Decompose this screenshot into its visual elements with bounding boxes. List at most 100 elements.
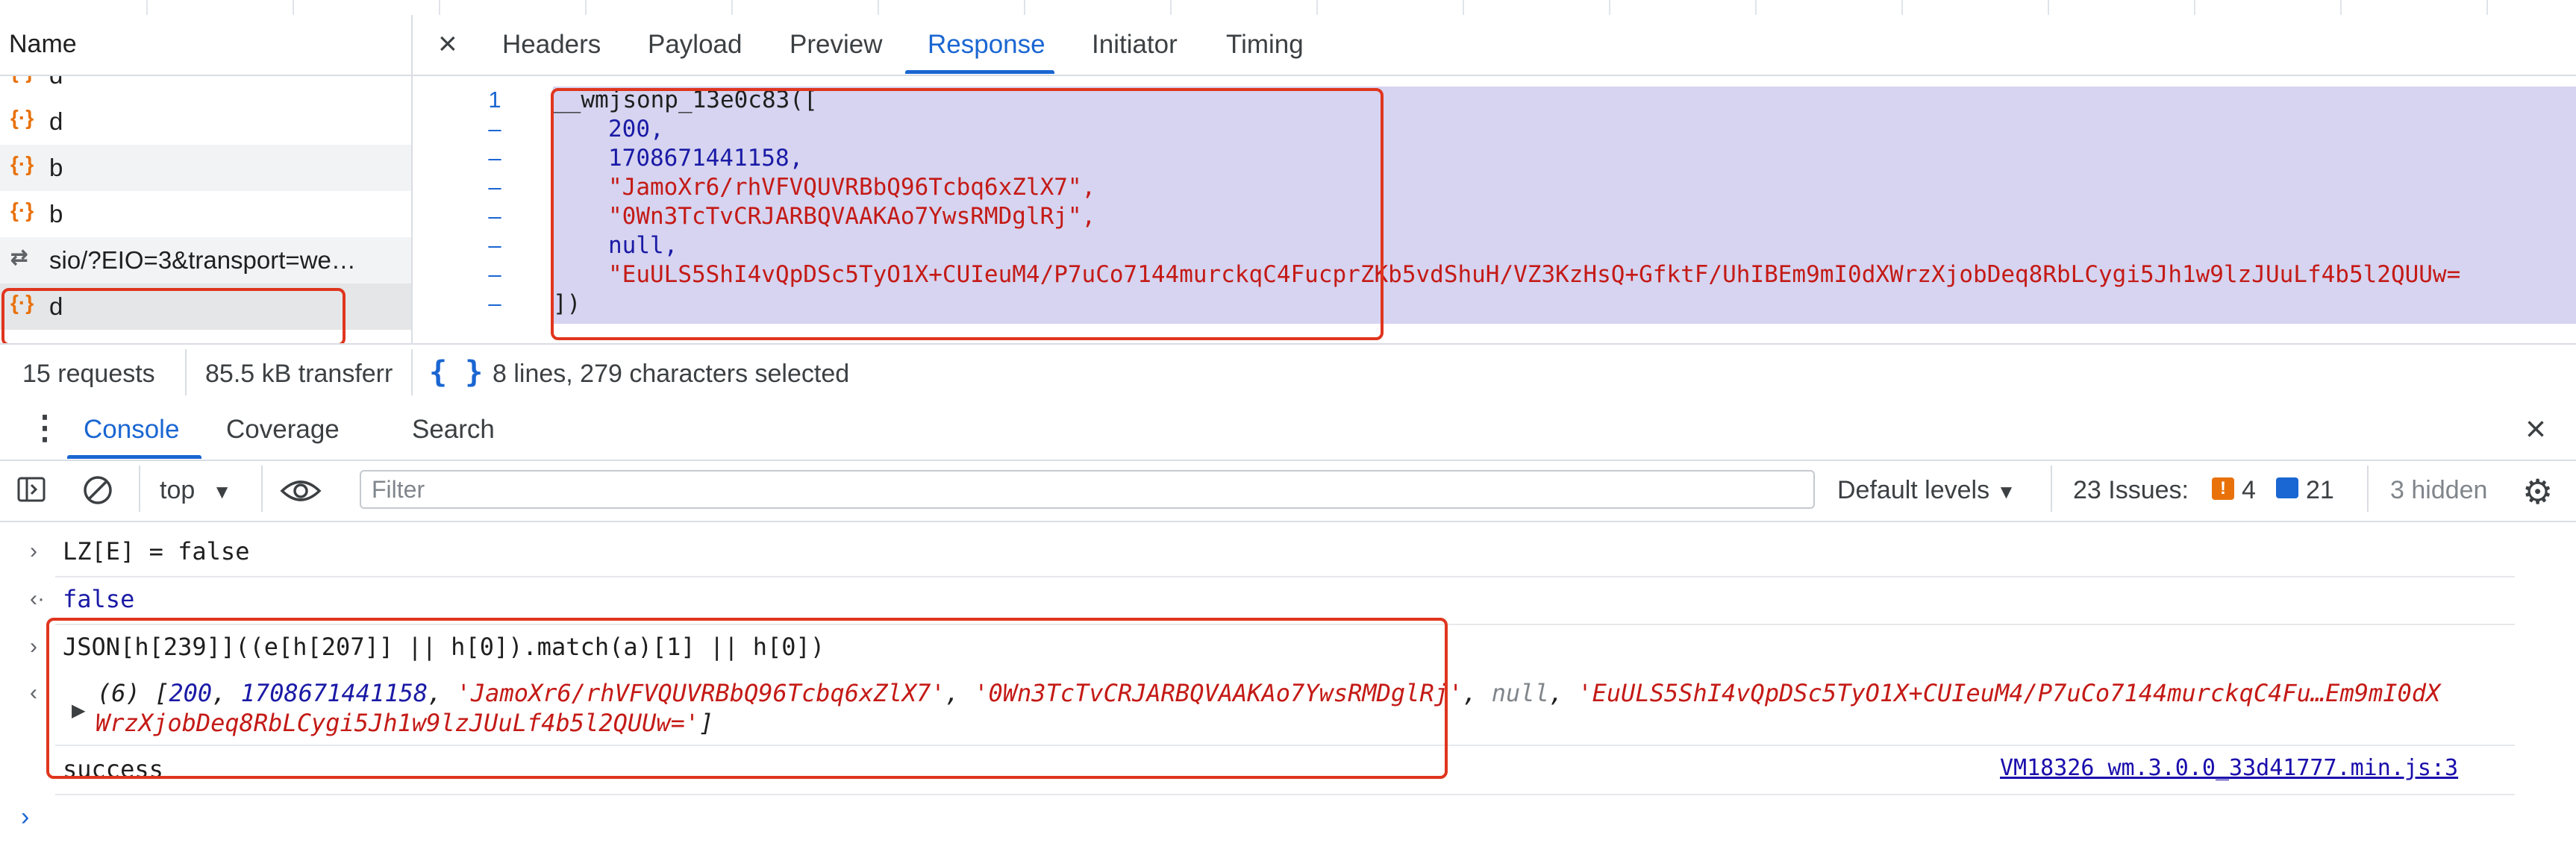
tab-initiator[interactable]: Initiator bbox=[1092, 30, 1178, 60]
tab-coverage[interactable]: Coverage bbox=[226, 415, 340, 445]
warning-icon: ! bbox=[2212, 477, 2234, 500]
gear-icon[interactable]: ⚙ bbox=[2522, 472, 2553, 512]
info-message-icon bbox=[2276, 477, 2298, 498]
divider bbox=[411, 349, 413, 395]
line-number: – bbox=[488, 261, 501, 287]
active-tab-indicator bbox=[67, 455, 201, 459]
clear-console-icon[interactable] bbox=[82, 474, 113, 506]
json-icon: {·} bbox=[10, 76, 34, 84]
json-icon: {·} bbox=[10, 106, 34, 129]
line-number: – bbox=[488, 174, 501, 200]
tab-headers[interactable]: Headers bbox=[502, 30, 601, 60]
issues-label[interactable]: 23 Issues: bbox=[2073, 476, 2189, 505]
request-row[interactable]: {·} d bbox=[0, 98, 411, 145]
line-number: – bbox=[488, 203, 501, 229]
line-gutter: 1 – – – – – – – bbox=[413, 76, 532, 342]
chevron-down-icon: ▼ bbox=[212, 480, 232, 503]
log-levels-dropdown[interactable]: Default levels ▼ bbox=[1837, 476, 2016, 505]
websocket-icon: ⇄ bbox=[10, 245, 28, 269]
context-select[interactable]: top ▼ bbox=[160, 476, 231, 505]
array-value: null bbox=[1491, 679, 1549, 707]
info-count[interactable]: 21 bbox=[2306, 476, 2334, 505]
tab-response[interactable]: Response bbox=[928, 30, 1045, 60]
detail-tab-bar: × Headers Payload Preview Response Initi… bbox=[413, 15, 2576, 76]
eye-icon[interactable] bbox=[280, 476, 322, 506]
output-return-icon: ‹· bbox=[30, 586, 45, 611]
pretty-print-icon[interactable]: { } bbox=[429, 355, 483, 389]
highlight-box-request bbox=[1, 288, 346, 346]
timeline-tick bbox=[878, 0, 879, 15]
console-filter-input[interactable] bbox=[360, 470, 1815, 509]
highlight-box-response bbox=[551, 88, 1384, 340]
request-name: b bbox=[49, 154, 63, 181]
tab-timing[interactable]: Timing bbox=[1226, 30, 1304, 60]
transferred-size: 85.5 kB transferr bbox=[205, 360, 393, 388]
input-prompt-icon: › bbox=[30, 539, 37, 563]
tab-search[interactable]: Search bbox=[412, 415, 495, 445]
request-row[interactable]: {·} b bbox=[0, 191, 411, 237]
array-value: 'EuULS5ShI4vQpDSc5TyO1X+CUIeuM4/P7uCo714… bbox=[1578, 679, 2441, 707]
network-status-bar: 15 requests 85.5 kB transferr { } 8 line… bbox=[0, 343, 2576, 403]
divider bbox=[185, 349, 187, 395]
timeline-tick bbox=[1901, 0, 1903, 15]
close-icon[interactable]: × bbox=[438, 25, 457, 63]
json-icon: {·} bbox=[10, 152, 34, 175]
name-column-header[interactable]: Name bbox=[0, 15, 411, 76]
sidebar-toggle-icon[interactable] bbox=[16, 474, 46, 504]
timeline-tick bbox=[1609, 0, 1610, 15]
source-link[interactable]: VM18326 wm.3.0.0_33d41777.min.js:3 bbox=[2000, 755, 2458, 781]
warning-count[interactable]: 4 bbox=[2242, 476, 2256, 505]
timeline-tick bbox=[2486, 0, 2488, 15]
drawer-menu-icon[interactable]: ⋮ bbox=[28, 409, 61, 447]
request-count: 15 requests bbox=[22, 360, 155, 388]
console-input: LZ[E] = false bbox=[63, 537, 250, 566]
active-tab-indicator bbox=[905, 70, 1054, 74]
divider bbox=[55, 794, 2515, 795]
line-number: 1 bbox=[488, 87, 501, 113]
timeline-tick bbox=[1463, 0, 1464, 15]
tab-console[interactable]: Console bbox=[84, 415, 179, 445]
timeline-tick bbox=[439, 0, 440, 15]
highlight-box-console bbox=[46, 618, 1448, 779]
line-number: – bbox=[488, 145, 501, 171]
divider bbox=[261, 466, 263, 512]
chevron-down-icon: ▼ bbox=[1996, 480, 2016, 503]
line-number: – bbox=[488, 232, 501, 258]
line-number: – bbox=[488, 116, 501, 142]
input-prompt-icon: › bbox=[30, 634, 37, 659]
network-timeline bbox=[0, 0, 2576, 16]
timeline-tick bbox=[731, 0, 733, 15]
name-column-label: Name bbox=[9, 30, 77, 58]
request-name: sio/?EIO=3&transport=we… bbox=[49, 246, 356, 274]
close-drawer-icon[interactable]: × bbox=[2525, 409, 2546, 450]
request-row[interactable]: ⇄ sio/?EIO=3&transport=we… bbox=[0, 237, 411, 283]
timeline-tick bbox=[2340, 0, 2342, 15]
request-row[interactable]: {·} d bbox=[0, 76, 411, 98]
timeline-tick bbox=[1755, 0, 1757, 15]
request-name: b bbox=[49, 200, 63, 228]
selection-info: 8 lines, 279 characters selected bbox=[493, 360, 850, 388]
tab-payload[interactable]: Payload bbox=[648, 30, 742, 60]
json-icon: {·} bbox=[10, 198, 34, 222]
log-levels-label: Default levels bbox=[1837, 476, 1990, 504]
tab-preview[interactable]: Preview bbox=[790, 30, 882, 60]
drawer-tab-bar: ⋮ Console Coverage Search × bbox=[0, 401, 2576, 461]
divider bbox=[55, 576, 2515, 577]
hidden-count: 3 hidden bbox=[2390, 476, 2488, 504]
request-name: d bbox=[49, 107, 63, 135]
timeline-tick bbox=[293, 0, 294, 15]
request-row[interactable]: {·} b bbox=[0, 145, 411, 191]
divider bbox=[2051, 466, 2052, 512]
timeline-tick bbox=[2194, 0, 2195, 15]
timeline-tick bbox=[146, 0, 148, 15]
timeline-tick bbox=[1170, 0, 1172, 15]
context-value: top bbox=[160, 476, 196, 504]
timeline-tick bbox=[1316, 0, 1318, 15]
divider bbox=[139, 466, 140, 512]
timeline-tick bbox=[585, 0, 587, 15]
divider bbox=[2367, 466, 2369, 512]
line-number: – bbox=[488, 290, 501, 316]
request-name: d bbox=[49, 76, 63, 90]
console-toolbar: top ▼ Default levels ▼ 23 Issues: ! 4 21… bbox=[0, 461, 2576, 522]
console-prompt-icon[interactable]: › bbox=[21, 803, 29, 832]
